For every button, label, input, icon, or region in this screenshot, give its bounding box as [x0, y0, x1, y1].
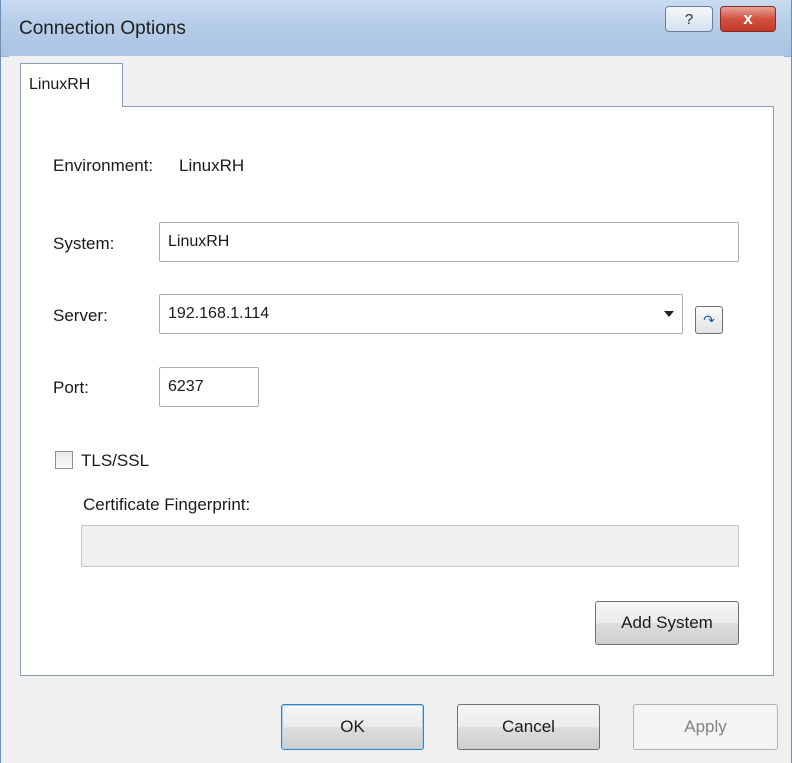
- server-label: Server:: [53, 306, 108, 325]
- refresh-icon: ↷: [703, 311, 715, 328]
- apply-label: Apply: [684, 717, 727, 736]
- apply-button: Apply: [633, 704, 778, 750]
- server-combobox[interactable]: 192.168.1.114: [159, 294, 683, 334]
- chevron-down-icon[interactable]: [664, 311, 674, 317]
- help-button[interactable]: ?: [665, 6, 713, 32]
- close-icon: x: [743, 9, 753, 28]
- port-input[interactable]: 6237: [159, 367, 259, 407]
- window-title: Connection Options: [19, 18, 186, 39]
- ok-label: OK: [340, 717, 365, 736]
- server-combobox-value: 192.168.1.114: [168, 305, 270, 322]
- help-icon: ?: [684, 10, 694, 28]
- tab-panel: [20, 106, 774, 676]
- add-system-label: Add System: [621, 613, 713, 632]
- close-button[interactable]: x: [720, 6, 776, 32]
- environment-label: Environment:: [53, 156, 154, 175]
- connection-options-dialog: Connection Options ? x LinuxRH Environme…: [0, 0, 792, 763]
- port-input-value: 6237: [168, 378, 204, 395]
- cancel-button[interactable]: Cancel: [457, 704, 600, 750]
- system-input[interactable]: LinuxRH: [159, 222, 739, 262]
- tls-ssl-checkbox[interactable]: [55, 451, 73, 469]
- tls-ssl-label[interactable]: TLS/SSL: [81, 451, 149, 471]
- tab-label: LinuxRH: [29, 76, 91, 93]
- ok-button[interactable]: OK: [281, 704, 424, 750]
- cancel-label: Cancel: [502, 717, 555, 736]
- certificate-fingerprint-label: Certificate Fingerprint:: [83, 495, 251, 514]
- environment-value: LinuxRH: [179, 156, 245, 175]
- tab-linuxrh[interactable]: LinuxRH: [20, 63, 123, 107]
- system-label: System:: [53, 234, 115, 253]
- certificate-fingerprint-input: [81, 525, 739, 567]
- refresh-servers-button[interactable]: ↷: [695, 306, 723, 334]
- title-bar[interactable]: Connection Options ? x: [1, 0, 791, 57]
- port-label: Port:: [53, 378, 89, 397]
- system-input-value: LinuxRH: [168, 233, 230, 250]
- add-system-button[interactable]: Add System: [595, 601, 739, 645]
